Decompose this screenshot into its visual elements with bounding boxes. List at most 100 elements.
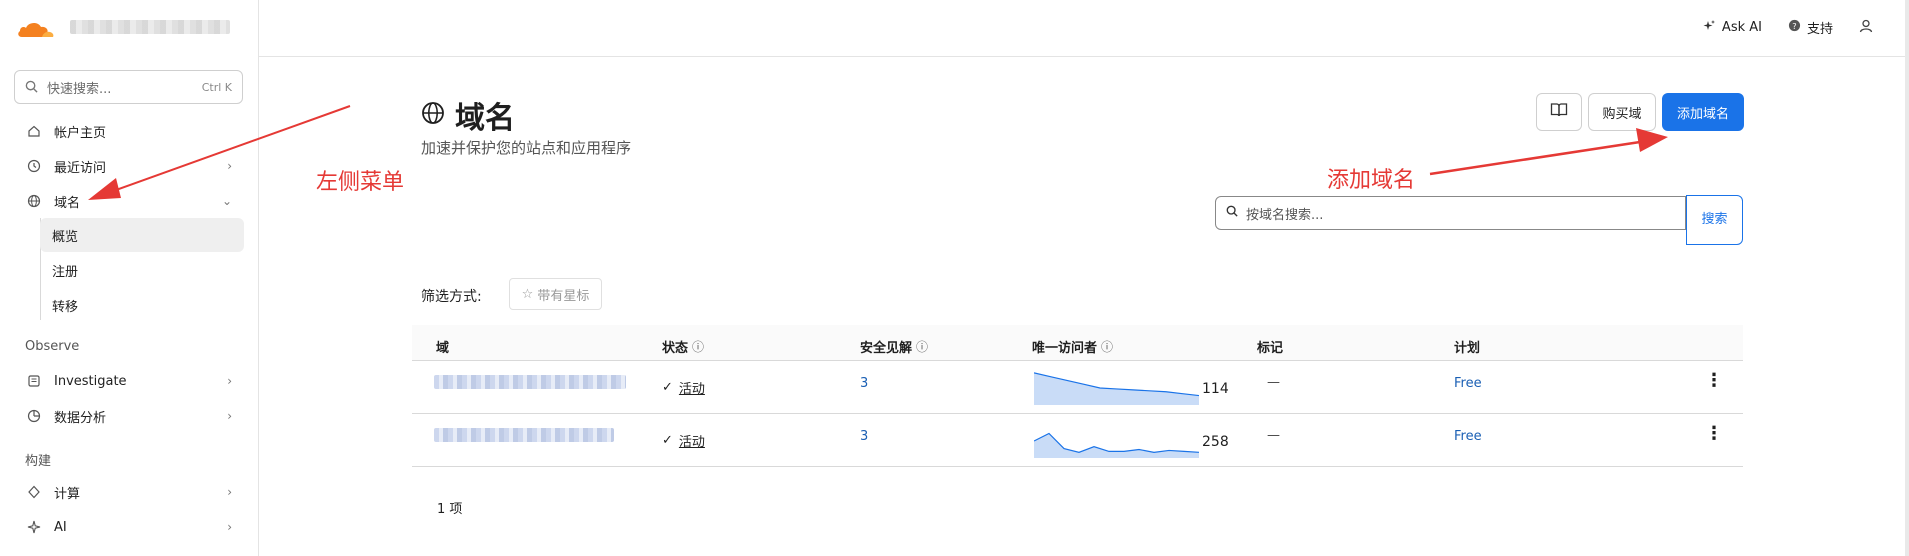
book-icon — [1550, 102, 1568, 122]
ask-ai-button[interactable]: Ask AI — [1702, 19, 1762, 37]
sparkle-icon — [26, 519, 42, 535]
ask-ai-label: Ask AI — [1721, 20, 1762, 35]
column-header-status[interactable]: 状态 ⓘ — [662, 337, 704, 356]
section-title-observe: Observe — [25, 339, 80, 354]
add-domain-button[interactable]: 添加域名 — [1662, 93, 1744, 131]
sidebar-item-domains[interactable]: 域名 ⌄ — [14, 186, 244, 216]
sparkle-icon — [1702, 19, 1716, 37]
compute-icon — [26, 484, 42, 500]
plan-link[interactable]: Free — [1454, 376, 1482, 391]
sidebar: 快速搜索... Ctrl K 帐户主页 最近访问 › 域名 ⌄ 概览 注册 转移… — [0, 0, 259, 556]
domain-search-placeholder: 按域名搜索... — [1246, 207, 1324, 223]
quick-search-input[interactable]: 快速搜索... Ctrl K — [14, 70, 243, 104]
support-button[interactable]: ? 支持 — [1788, 18, 1833, 37]
column-header-visitors[interactable]: 唯一访问者 ⓘ — [1032, 337, 1113, 356]
page-title: 域名 — [421, 93, 515, 137]
more-options-icon[interactable]: ⋮ — [1705, 425, 1723, 443]
filter-starred-button[interactable]: ☆ 带有星标 — [509, 278, 602, 310]
globe-icon — [421, 101, 445, 129]
column-header-insights[interactable]: 安全见解 ⓘ — [860, 337, 928, 356]
domain-search-input[interactable]: 按域名搜索... — [1215, 196, 1686, 230]
annotation-add-domain: 添加域名 — [1327, 168, 1416, 193]
sidebar-item-label: 帐户主页 — [54, 125, 107, 141]
info-icon[interactable]: ⓘ — [1101, 338, 1113, 355]
sidebar-item-label: 计算 — [54, 486, 81, 502]
column-header-label: 计划 — [1454, 341, 1481, 356]
info-icon[interactable]: ⓘ — [692, 338, 704, 355]
topbar: Ask AI ? 支持 — [259, 0, 1909, 57]
visitors-count: 258 — [1202, 434, 1229, 450]
column-header-plan[interactable]: 计划 — [1454, 337, 1480, 356]
table-row[interactable]: ✓ 活动 3 258 — Free ⋮ — [412, 414, 1743, 467]
sidebar-item-compute[interactable]: 计算 › — [14, 477, 244, 507]
scrollbar[interactable] — [1905, 0, 1909, 556]
chevron-right-icon: › — [227, 485, 232, 499]
more-options-icon[interactable]: ⋮ — [1705, 372, 1723, 390]
info-icon[interactable]: ⓘ — [916, 338, 928, 355]
account-name-redacted[interactable] — [70, 20, 230, 34]
column-header-tags[interactable]: 标记 — [1257, 337, 1283, 356]
insights-link[interactable]: 3 — [860, 429, 868, 444]
domains-table: 域 状态 ⓘ 安全见解 ⓘ 唯一访问者 ⓘ 标记 计划 ✓ 活动 3 114 — Fr… — [412, 325, 1743, 467]
check-icon: ✓ — [662, 433, 673, 448]
sidebar-item-label: 数据分析 — [54, 410, 107, 426]
domain-search-button[interactable]: 搜索 — [1686, 195, 1743, 245]
sidebar-subitem-register[interactable]: 注册 — [40, 253, 244, 287]
page-title-text: 域名 — [455, 101, 515, 136]
cloudflare-logo[interactable] — [16, 16, 54, 42]
sidebar-subitem-label: 转移 — [52, 299, 79, 315]
buy-domain-button[interactable]: 购买域 — [1588, 93, 1656, 131]
status-cell: ✓ 活动 — [662, 431, 705, 450]
visitors-sparkline — [1033, 371, 1200, 409]
column-header-domain[interactable]: 域 — [436, 337, 449, 356]
status-link[interactable]: 活动 — [679, 378, 705, 397]
plan-link[interactable]: Free — [1454, 429, 1482, 444]
app: 快速搜索... Ctrl K 帐户主页 最近访问 › 域名 ⌄ 概览 注册 转移… — [0, 0, 1909, 556]
table-header: 域 状态 ⓘ 安全见解 ⓘ 唯一访问者 ⓘ 标记 计划 — [412, 325, 1743, 361]
star-icon: ☆ — [521, 286, 534, 302]
sidebar-item-label: 域名 — [54, 195, 81, 211]
analytics-icon — [26, 408, 42, 424]
arrowhead-right — [1636, 128, 1668, 152]
chevron-right-icon: › — [227, 374, 232, 388]
column-header-label: 安全见解 — [860, 341, 913, 356]
sidebar-item-ai[interactable]: AI › — [14, 512, 244, 542]
help-icon: ? — [1788, 19, 1801, 36]
sidebar-item-recent[interactable]: 最近访问 › — [14, 151, 244, 181]
sidebar-subitem-label: 概览 — [52, 229, 79, 245]
sidebar-subitem-overview[interactable]: 概览 — [40, 218, 244, 252]
tags-cell: — — [1267, 375, 1280, 390]
sidebar-item-account-home[interactable]: 帐户主页 — [14, 116, 244, 146]
column-header-label: 唯一访问者 — [1032, 341, 1098, 356]
filter-starred-label: 带有星标 — [537, 288, 590, 304]
sparkline-area — [1034, 433, 1199, 458]
top-actions: Ask AI ? 支持 — [1702, 18, 1873, 37]
sidebar-item-investigate[interactable]: Investigate › — [14, 366, 244, 396]
status-cell: ✓ 活动 — [662, 378, 705, 397]
annotation-left-menu: 左侧菜单 — [316, 170, 405, 195]
chevron-right-icon: › — [227, 409, 232, 423]
search-icon — [25, 78, 38, 97]
search-icon — [1226, 205, 1238, 221]
chevron-right-icon: › — [227, 159, 232, 173]
status-link[interactable]: 活动 — [679, 431, 705, 450]
section-title-build: 构建 — [25, 454, 52, 469]
table-row[interactable]: ✓ 活动 3 114 — Free ⋮ — [412, 361, 1743, 414]
sidebar-subitem-transfer[interactable]: 转移 — [40, 288, 244, 322]
sidebar-subitem-label: 注册 — [52, 264, 79, 280]
docs-button[interactable] — [1536, 93, 1582, 131]
item-count: 1 项 — [437, 502, 463, 517]
insights-link[interactable]: 3 — [860, 376, 868, 391]
domain-name-redacted[interactable] — [434, 428, 614, 442]
sidebar-item-label: Investigate — [54, 373, 127, 389]
sidebar-item-analytics[interactable]: 数据分析 › — [14, 401, 244, 431]
domain-name-redacted[interactable] — [434, 375, 626, 389]
visitors-sparkline — [1033, 424, 1200, 462]
home-icon — [26, 123, 42, 139]
shortcut-hint: Ctrl K — [201, 80, 232, 94]
user-menu-button[interactable] — [1859, 19, 1873, 37]
quick-search-placeholder: 快速搜索... — [47, 81, 112, 97]
svg-text:?: ? — [1792, 21, 1796, 31]
chevron-down-icon: ⌄ — [221, 194, 232, 208]
filter-label: 筛选方式: — [421, 289, 482, 305]
